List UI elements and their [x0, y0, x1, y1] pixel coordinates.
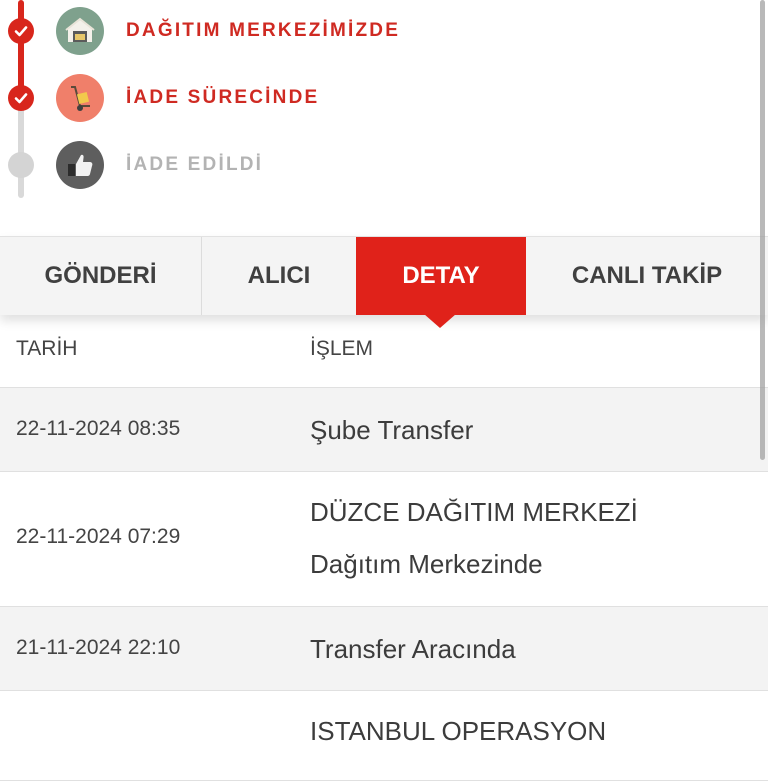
table-header-row: TARİH İŞLEM: [0, 314, 768, 388]
timeline-step-returned: İADE EDİLDİ: [0, 136, 768, 196]
row-operation: ISTANBUL OPERASYON: [310, 716, 607, 746]
tab-detail[interactable]: DETAY: [356, 237, 526, 315]
row-date: 22-11-2024 08:35: [16, 417, 181, 440]
table-row: 22-11-2024 08:35 Şube Transfer: [0, 388, 768, 472]
timeline-step-label: DAĞITIM MERKEZİMİZDE: [126, 20, 401, 41]
tab-recipient[interactable]: ALICI: [202, 237, 356, 315]
column-header-operation: İŞLEM: [310, 337, 374, 360]
warehouse-icon: [56, 7, 104, 55]
timeline-step-distribution-center: DAĞITIM MERKEZİMİZDE: [0, 2, 768, 62]
hand-truck-icon: [56, 74, 104, 122]
tab-live-tracking[interactable]: CANLI TAKİP: [526, 237, 768, 315]
tracking-history-table: TARİH İŞLEM 22-11-2024 08:35 Şube Transf…: [0, 314, 768, 781]
pending-dot-icon: [8, 152, 34, 178]
timeline-step-return-process: İADE SÜRECİNDE: [0, 69, 768, 129]
page-scrollbar[interactable]: [760, 0, 765, 460]
row-operation-detail: Dağıtım Merkezinde: [310, 549, 543, 579]
row-date: 21-11-2024 22:10: [16, 636, 181, 659]
check-icon: [8, 18, 34, 44]
column-header-date: TARİH: [16, 337, 78, 360]
detail-tabs: GÖNDERİ ALICI DETAY CANLI TAKİP: [0, 236, 768, 315]
row-operation: Transfer Aracında: [310, 634, 516, 664]
row-operation: DÜZCE DAĞITIM MERKEZİ: [310, 497, 638, 527]
check-icon: [8, 85, 34, 111]
table-row: 22-11-2024 07:29 DÜZCE DAĞITIM MERKEZİ D…: [0, 472, 768, 607]
timeline-step-label: İADE EDİLDİ: [126, 154, 264, 175]
table-row: 21-11-2024 22:10 Transfer Aracında: [0, 607, 768, 691]
thumbs-up-icon: [56, 141, 104, 189]
timeline-step-label: İADE SÜRECİNDE: [126, 87, 320, 108]
row-operation: Şube Transfer: [310, 415, 474, 445]
row-date: 22-11-2024 07:29: [16, 525, 181, 548]
active-tab-indicator: [424, 314, 456, 328]
tab-shipment[interactable]: GÖNDERİ: [0, 237, 202, 315]
tracking-timeline: DAĞITIM MERKEZİMİZDE İADE SÜRECİNDE İADE…: [0, 0, 768, 236]
